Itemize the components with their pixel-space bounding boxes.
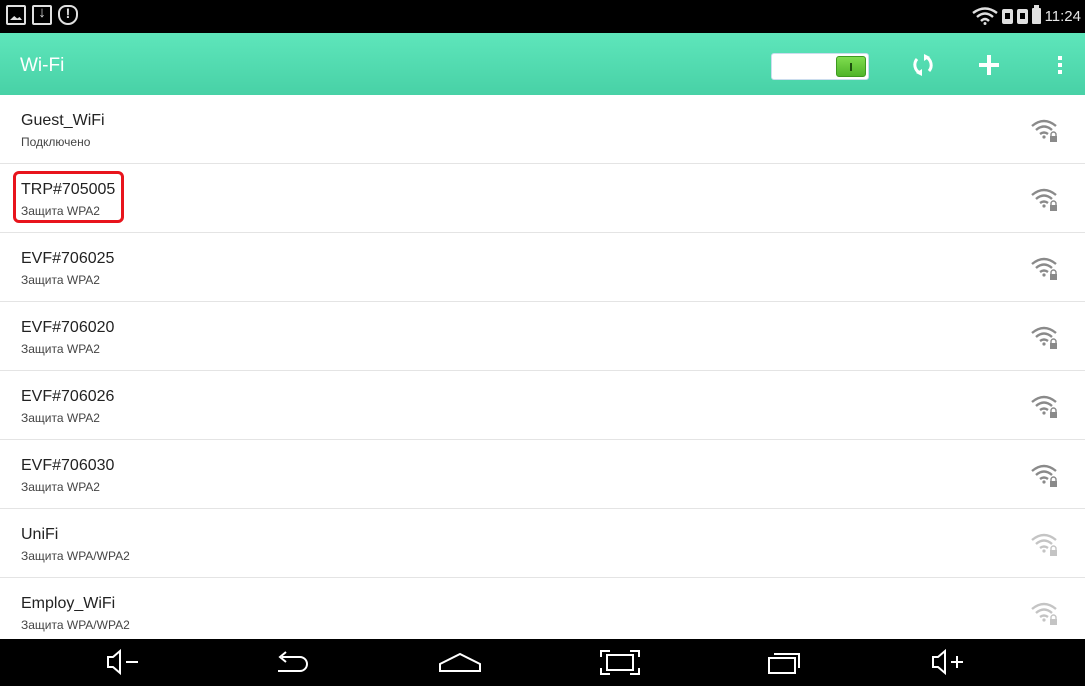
wifi-lock-icon [1031, 188, 1057, 211]
overflow-menu-icon[interactable] [1046, 51, 1074, 79]
wifi-lock-icon [1031, 464, 1057, 487]
wifi-lock-icon [1031, 533, 1057, 556]
wifi-network-item[interactable]: TRP#705005 Защита WPA2 [0, 164, 1085, 233]
network-name: EVF#706025 [21, 250, 115, 267]
wifi-network-item[interactable]: EVF#706026 Защита WPA2 [0, 371, 1085, 440]
wifi-toggle[interactable] [771, 53, 869, 80]
network-name: EVF#706020 [21, 319, 115, 336]
volume-down-icon[interactable] [103, 647, 143, 677]
network-name: TRP#705005 [21, 181, 116, 198]
network-status: Защита WPA2 [21, 204, 100, 218]
sim-icon [1001, 8, 1013, 24]
network-status: Защита WPA2 [21, 480, 100, 494]
network-name: Guest_WiFi [21, 112, 105, 129]
action-bar: Wi-Fi [0, 33, 1085, 95]
network-name: UniFi [21, 526, 59, 543]
network-name: Employ_WiFi [21, 595, 116, 612]
network-status: Защита WPA/WPA2 [21, 549, 130, 563]
clock: 11:24 [1044, 7, 1081, 25]
page-title: Wi-Fi [20, 55, 65, 76]
refresh-icon[interactable] [909, 51, 937, 79]
wifi-lock-icon [1031, 257, 1057, 280]
wifi-network-item[interactable]: Guest_WiFi Подключено [0, 95, 1085, 164]
wifi-lock-icon [1031, 326, 1057, 349]
screenshot-icon[interactable] [598, 647, 642, 677]
network-name: EVF#706026 [21, 388, 115, 405]
wifi-lock-icon [1031, 602, 1057, 625]
shield-icon [58, 5, 78, 25]
navigation-bar [0, 639, 1085, 686]
sim-icon [1016, 8, 1028, 24]
wifi-network-item[interactable]: EVF#706025 Защита WPA2 [0, 233, 1085, 302]
status-bar-notifications [6, 4, 78, 25]
status-bar: 11:24 [0, 0, 1085, 33]
network-status: Защита WPA/WPA2 [21, 618, 130, 632]
network-status: Защита WPA2 [21, 273, 100, 287]
wifi-network-item[interactable]: UniFi Защита WPA/WPA2 [0, 509, 1085, 578]
photo-icon [6, 5, 26, 25]
back-icon[interactable] [272, 647, 312, 677]
network-status: Защита WPA2 [21, 342, 100, 356]
network-status: Защита WPA2 [21, 411, 100, 425]
add-icon[interactable] [975, 51, 1003, 79]
wifi-network-item[interactable]: EVF#706020 Защита WPA2 [0, 302, 1085, 371]
network-name: EVF#706030 [21, 457, 115, 474]
recent-apps-icon[interactable] [764, 647, 804, 677]
home-icon[interactable] [436, 647, 484, 677]
wifi-network-item[interactable]: EVF#706030 Защита WPA2 [0, 440, 1085, 509]
status-bar-system: 11:24 [971, 5, 1081, 25]
wifi-signal-icon [971, 7, 998, 25]
wifi-lock-icon [1031, 119, 1057, 142]
battery-icon [1031, 5, 1041, 24]
wifi-lock-icon [1031, 395, 1057, 418]
wifi-network-item[interactable]: Employ_WiFi Защита WPA/WPA2 [0, 578, 1085, 639]
toggle-knob [836, 56, 866, 77]
wifi-network-list: Guest_WiFi Подключено TRP#705005 Защита … [0, 95, 1085, 639]
network-status: Подключено [21, 135, 91, 149]
volume-up-icon[interactable] [928, 647, 968, 677]
download-icon [32, 4, 52, 25]
